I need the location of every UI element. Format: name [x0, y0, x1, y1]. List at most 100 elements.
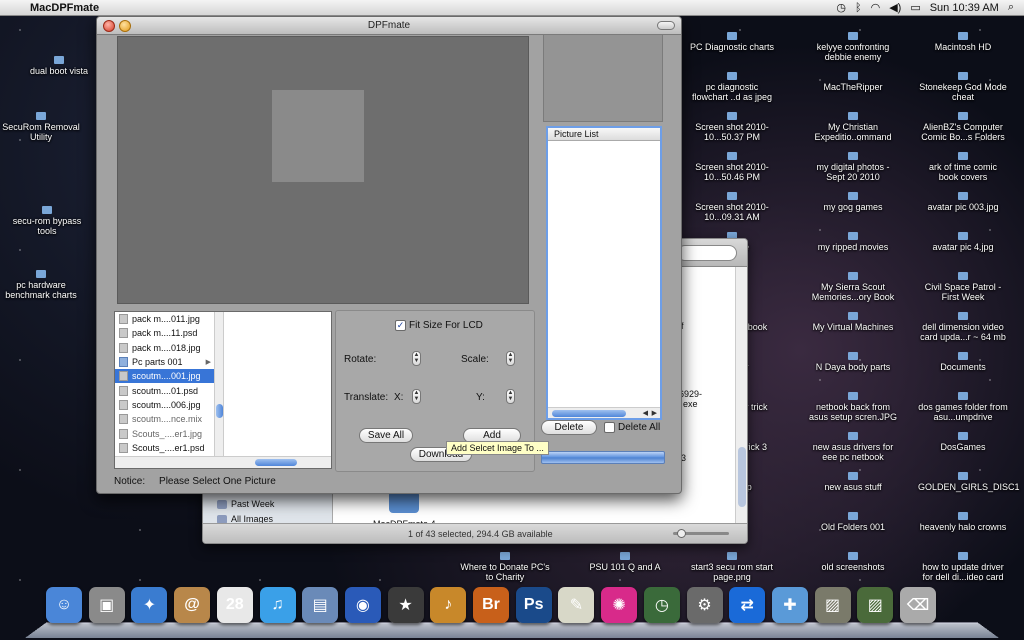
dpfmate-window[interactable]: DPFmate Picture List ◀ ▶ Delete Delete A…	[96, 16, 682, 494]
desktop-icon[interactable]: AlienBZ's Computer Comic Bo...s Folders	[918, 112, 1008, 142]
translate-x-stepper[interactable]: ▲ ▼	[412, 389, 421, 404]
desktop-icon[interactable]: Macintosh HD	[918, 32, 1008, 52]
desktop-icon[interactable]: how to update driver for dell di...ideo …	[918, 552, 1008, 582]
desktop-icon[interactable]: avatar pic 4.jpg	[918, 232, 1008, 252]
file-column-scrollbar[interactable]	[215, 312, 224, 458]
itunes-icon[interactable]: ♫	[259, 587, 296, 623]
ical-icon[interactable]: 28	[216, 587, 253, 623]
file-list-item[interactable]: Pc parts 001 ▶	[115, 355, 214, 369]
file-list-item[interactable]: pack m....11.psd	[115, 326, 214, 340]
desktop-icon[interactable]: pc diagnostic flowchart ..d as jpeg	[687, 72, 777, 102]
desktop-icon[interactable]: Documents	[918, 352, 1008, 372]
scroll-left-arrow-icon[interactable]: ◀	[643, 409, 648, 417]
desktop-icon[interactable]: SecuRom Removal Utility	[0, 112, 86, 142]
desktop-icon[interactable]: My Christian Expeditio..ommand	[808, 112, 898, 142]
file-list-item[interactable]: scoutm....01.psd	[115, 383, 214, 397]
finder-search-field[interactable]	[677, 245, 737, 261]
safari-icon[interactable]: ✦	[131, 587, 168, 623]
desktop-icon[interactable]: ark of time comic book covers	[918, 152, 1008, 182]
desktop-icon[interactable]: Old Folders 001	[808, 512, 898, 532]
icon-size-slider[interactable]	[673, 529, 729, 538]
desktop-icon[interactable]: kelyye confronting debbie enemy	[808, 32, 898, 62]
desktop-icon[interactable]: my gog games	[808, 192, 898, 212]
photo-stack-1-icon[interactable]: ▨	[814, 587, 851, 623]
rotate-stepper[interactable]: ▲ ▼	[412, 351, 421, 366]
volume-icon[interactable]: ◀)	[889, 1, 901, 14]
desktop-icon[interactable]: heavenly halo crowns	[918, 512, 1008, 532]
scroll-thumb[interactable]	[552, 410, 626, 417]
time-machine-icon[interactable]: ◷	[643, 587, 680, 623]
desktop-icon[interactable]: DosGames	[918, 432, 1008, 452]
file-browser-h-scrollbar[interactable]	[115, 456, 331, 468]
desktop-icon[interactable]: netbook back from asus setup scren.JPG	[808, 392, 898, 422]
desktop-icon[interactable]: PC Diagnostic charts	[687, 32, 777, 52]
desktop-icon[interactable]: Civil Space Patrol - First Week	[918, 272, 1008, 302]
comic-life-icon[interactable]: ✺	[601, 587, 638, 623]
desktop-icon[interactable]: my digital photos - Sept 20 2010	[808, 152, 898, 182]
desktop-icon[interactable]: My Sierra Scout Memories...ory Book	[808, 272, 898, 302]
desktop-icon[interactable]: GOLDEN_GIRLS_DISC1	[918, 472, 1020, 492]
picture-list[interactable]: Picture List ◀ ▶	[546, 126, 662, 420]
save-all-button[interactable]: Save All	[359, 428, 413, 443]
iphoto-icon[interactable]: ▤	[302, 587, 339, 623]
scroll-thumb[interactable]	[738, 447, 746, 507]
dvd-player-icon[interactable]: ◉	[344, 587, 381, 623]
address-book-icon[interactable]: @	[174, 587, 211, 623]
app-menu-name[interactable]: MacDPFmate	[30, 2, 99, 14]
desktop-icon[interactable]: Where to Donate PC's to Charity	[460, 552, 550, 582]
desktop-icon[interactable]: Screen shot 2010-10...50.37 PM	[687, 112, 777, 142]
delete-button[interactable]: Delete	[541, 420, 597, 435]
picture-list-header[interactable]: Picture List	[548, 128, 660, 141]
dpfmate-icon[interactable]: ✚	[771, 587, 808, 623]
translate-y-stepper[interactable]: ▲ ▼	[506, 389, 515, 404]
file-list-item[interactable]: Scouts_....er1.jpg	[115, 426, 214, 440]
file-browser-column[interactable]: pack m....011.jpg pack m....11.psd pack m.…	[115, 312, 215, 458]
scroll-right-arrow-icon[interactable]: ▶	[652, 409, 657, 417]
scroll-thumb[interactable]	[255, 459, 297, 466]
photo-stack-2-icon[interactable]: ▨	[857, 587, 894, 623]
finder-vertical-scrollbar[interactable]	[735, 267, 747, 523]
toolbar-toggle-button[interactable]	[657, 21, 675, 30]
finder-icon[interactable]: ☺	[46, 587, 82, 623]
fit-size-checkbox[interactable]: ✓	[395, 320, 406, 331]
file-list-item[interactable]: pack m....011.jpg	[115, 312, 214, 326]
imovie-icon[interactable]: ★	[387, 587, 424, 623]
teamviewer-icon[interactable]: ⇄	[729, 587, 766, 623]
battery-icon[interactable]: ▭	[910, 1, 920, 14]
desktop-icon[interactable]: new asus stuff	[808, 472, 898, 492]
desktop-icon[interactable]: MacTheRipper	[808, 72, 898, 92]
sidebar-item-past-week[interactable]: Past Week	[217, 499, 274, 509]
system-preferences-icon[interactable]: ⚙	[686, 587, 723, 623]
bridge-icon[interactable]: Br	[473, 587, 509, 623]
file-browser[interactable]: pack m....011.jpg pack m....11.psd pack m.…	[114, 311, 332, 469]
desktop-icon[interactable]: pc hardware benchmark charts	[0, 270, 86, 300]
desktop-icon[interactable]: Screen shot 2010-10...50.46 PM	[687, 152, 777, 182]
time-machine-status-icon[interactable]: ◷	[836, 1, 846, 14]
desktop-icon[interactable]: my ripped movies	[808, 232, 898, 252]
preview-icon[interactable]: ▣	[88, 587, 125, 623]
file-list-item[interactable]: scoutm....006.jpg	[115, 398, 214, 412]
file-list-item[interactable]: Scouts_....er1.psd	[115, 441, 214, 455]
file-list-item[interactable]: pack m....018.jpg	[115, 341, 214, 355]
bluetooth-icon[interactable]: ᛒ	[855, 2, 862, 14]
desktop-icon[interactable]: avatar pic 003.jpg	[918, 192, 1008, 212]
wifi-icon[interactable]: ◠	[871, 1, 881, 14]
desktop-icon[interactable]: dos games folder from asu...umpdrive	[918, 392, 1008, 422]
desktop-icon[interactable]: dual boot vista	[14, 56, 104, 76]
desktop-icon[interactable]: start3 secu rom start page.png	[687, 552, 777, 582]
spotlight-search-icon[interactable]: ⌕	[1008, 1, 1014, 14]
garageband-icon[interactable]: ♪	[430, 587, 467, 623]
desktop-icon[interactable]: Stonekeep God Mode cheat	[918, 72, 1008, 102]
file-list-item[interactable]: scoutm....001.jpg	[115, 369, 214, 384]
desktop-icon[interactable]: My Virtual Machines	[808, 312, 898, 332]
trash-icon[interactable]: ⌫	[900, 587, 936, 623]
textedit-icon[interactable]: ✎	[558, 587, 595, 623]
delete-all-checkbox[interactable]	[604, 422, 615, 433]
window-titlebar[interactable]: DPFmate	[97, 17, 681, 35]
picture-list-scrollbar[interactable]: ◀ ▶	[548, 407, 660, 418]
puzzle-app-icon[interactable]	[389, 491, 419, 513]
desktop-icon[interactable]: new asus drivers for eee pc netbook	[808, 432, 898, 462]
desktop-icon[interactable]: old screenshots	[808, 552, 898, 572]
scroll-thumb[interactable]	[216, 404, 223, 418]
desktop-icon[interactable]: Screen shot 2010-10...09.31 AM	[687, 192, 777, 222]
